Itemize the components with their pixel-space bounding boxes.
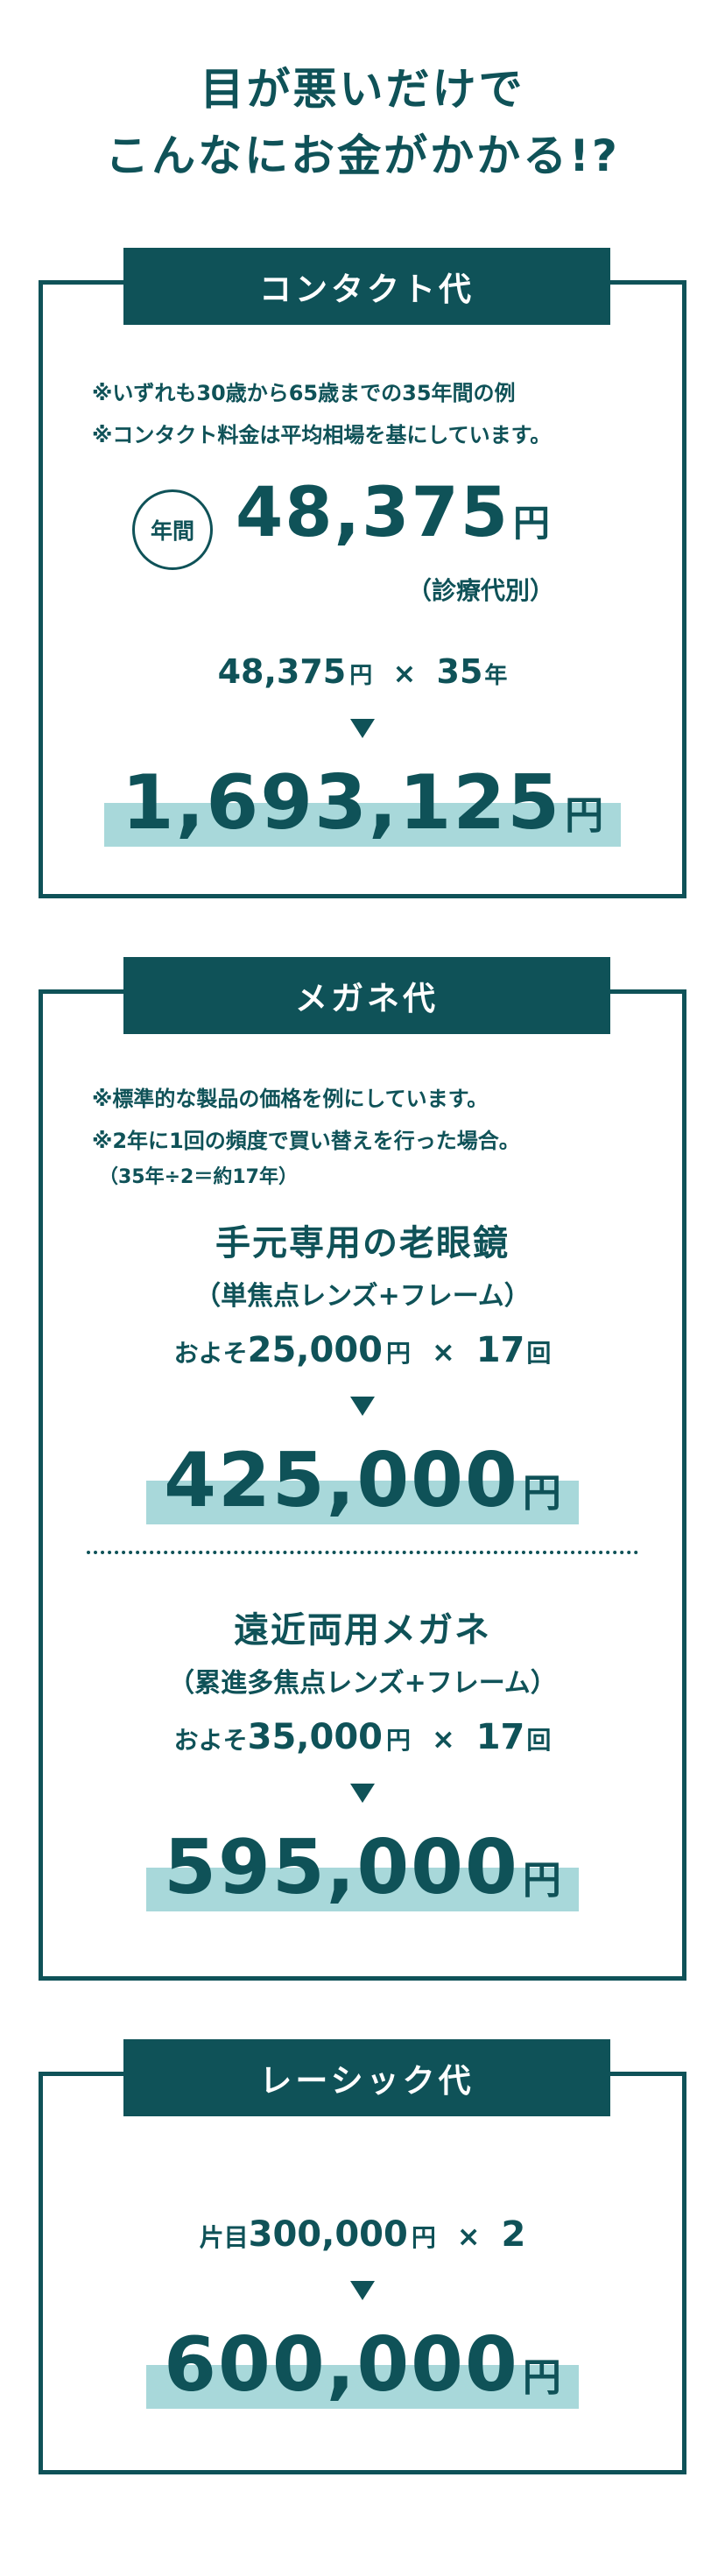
reading-total-number: 425,000 xyxy=(164,1437,519,1524)
contact-formula-yen: 円 xyxy=(349,663,373,689)
down-triangle-icon xyxy=(350,2281,375,2300)
annual-badge: 年間 xyxy=(132,489,213,570)
headline-line-2: こんなにお金がかかる!? xyxy=(105,130,620,181)
down-triangle-icon xyxy=(350,1397,375,1416)
contact-formula-times: × xyxy=(392,657,417,690)
contact-formula-years: 35 xyxy=(436,652,483,691)
reading-total: 425,000円 xyxy=(146,1437,579,1524)
lasik-formula: 片目300,000 円 × 2 xyxy=(43,2214,682,2255)
progressive-glasses-title: 遠近両用メガネ xyxy=(234,1610,491,1650)
reading-glasses-title: 手元専用の老眼鏡 xyxy=(215,1223,510,1263)
contact-notes: ※いずれも30歳から65歳までの35年間の例 ※コンタクト料金は平均相場を基にし… xyxy=(92,372,551,456)
contact-total-yen: 円 xyxy=(565,793,604,838)
contact-note-2: ※コンタクト料金は平均相場を基にしています。 xyxy=(92,423,552,447)
contact-total-number: 1,693,125 xyxy=(121,759,562,847)
reading-formula: およそ25,000 円 × 17回 xyxy=(43,1330,682,1370)
down-triangle-icon xyxy=(350,1784,375,1803)
progressive-formula: およそ35,000 円 × 17回 xyxy=(43,1717,682,1757)
lasik-total: 600,000円 xyxy=(146,2321,579,2409)
reading-glasses-subtitle: （単焦点レンズ+フレーム） xyxy=(194,1281,531,1312)
glasses-card: メガネ代 ※標準的な製品の価格を例にしています。 ※2年に1回の頻度で買い替えを… xyxy=(39,957,686,1981)
contact-card: コンタクト代 ※いずれも30歳から65歳までの35年間の例 ※コンタクト料金は平… xyxy=(39,248,686,898)
reading-times: × xyxy=(431,1335,455,1369)
lasik-total-yen: 円 xyxy=(522,2355,561,2400)
reading-yen: 円 xyxy=(385,1339,411,1368)
contact-total: 1,693,125円 xyxy=(103,759,622,847)
contact-card-title: コンタクト代 xyxy=(123,248,610,325)
reading-total-yen: 円 xyxy=(522,1471,561,1516)
down-triangle-icon xyxy=(350,719,375,738)
lasik-times: × xyxy=(456,2220,481,2253)
progressive-total-yen: 円 xyxy=(522,1858,561,1903)
annual-amount: 48,375円 xyxy=(236,474,550,553)
glasses-card-title: メガネ代 xyxy=(123,957,610,1034)
reading-count: 17 xyxy=(475,1330,525,1370)
annual-note: （診療代別） xyxy=(407,576,555,605)
annual-yen: 円 xyxy=(513,502,551,545)
reading-count-unit: 回 xyxy=(526,1339,552,1368)
reading-number: 25,000 xyxy=(247,1330,383,1370)
section-divider xyxy=(87,1551,638,1554)
progressive-times: × xyxy=(431,1722,455,1756)
headline-line-1: 目が悪いだけで xyxy=(200,64,525,115)
progressive-yen: 円 xyxy=(385,1726,411,1755)
reading-prefix: およそ xyxy=(173,1339,248,1368)
lasik-card-title: レーシック代 xyxy=(123,2039,610,2116)
glasses-notes: ※標準的な製品の価格を例にしています。 ※2年に1回の頻度で買い替えを行った場合… xyxy=(92,1078,520,1193)
glasses-note-2: ※2年に1回の頻度で買い替えを行った場合。 xyxy=(92,1129,520,1153)
progressive-number: 35,000 xyxy=(247,1717,383,1757)
progressive-glasses-subtitle: （累進多焦点レンズ+フレーム） xyxy=(168,1668,557,1699)
lasik-count: 2 xyxy=(501,2214,526,2255)
contact-formula: 48,375 円 × 35年 xyxy=(43,652,682,691)
progressive-count: 17 xyxy=(475,1717,525,1757)
contact-formula-years-unit: 年 xyxy=(484,663,508,689)
lasik-total-number: 600,000 xyxy=(164,2321,519,2409)
annual-number: 48,375 xyxy=(236,474,510,553)
progressive-total-number: 595,000 xyxy=(164,1824,519,1911)
progressive-total: 595,000円 xyxy=(146,1824,579,1911)
progressive-count-unit: 回 xyxy=(526,1726,552,1755)
contact-note-1: ※いずれも30歳から65歳までの35年間の例 xyxy=(92,381,516,405)
contact-formula-number: 48,375 xyxy=(217,652,347,691)
glasses-note-1: ※標準的な製品の価格を例にしています。 xyxy=(92,1087,489,1111)
lasik-card: レーシック代 片目300,000 円 × 2 600,000円 xyxy=(39,2039,686,2474)
headline: 目が悪いだけで こんなにお金がかかる!? xyxy=(0,56,725,189)
lasik-yen: 円 xyxy=(411,2223,436,2252)
glasses-note-3: （35年÷2＝約17年） xyxy=(99,1166,298,1188)
lasik-number: 300,000 xyxy=(248,2214,408,2255)
progressive-prefix: およそ xyxy=(173,1726,248,1755)
lasik-prefix: 片目 xyxy=(199,2223,249,2252)
